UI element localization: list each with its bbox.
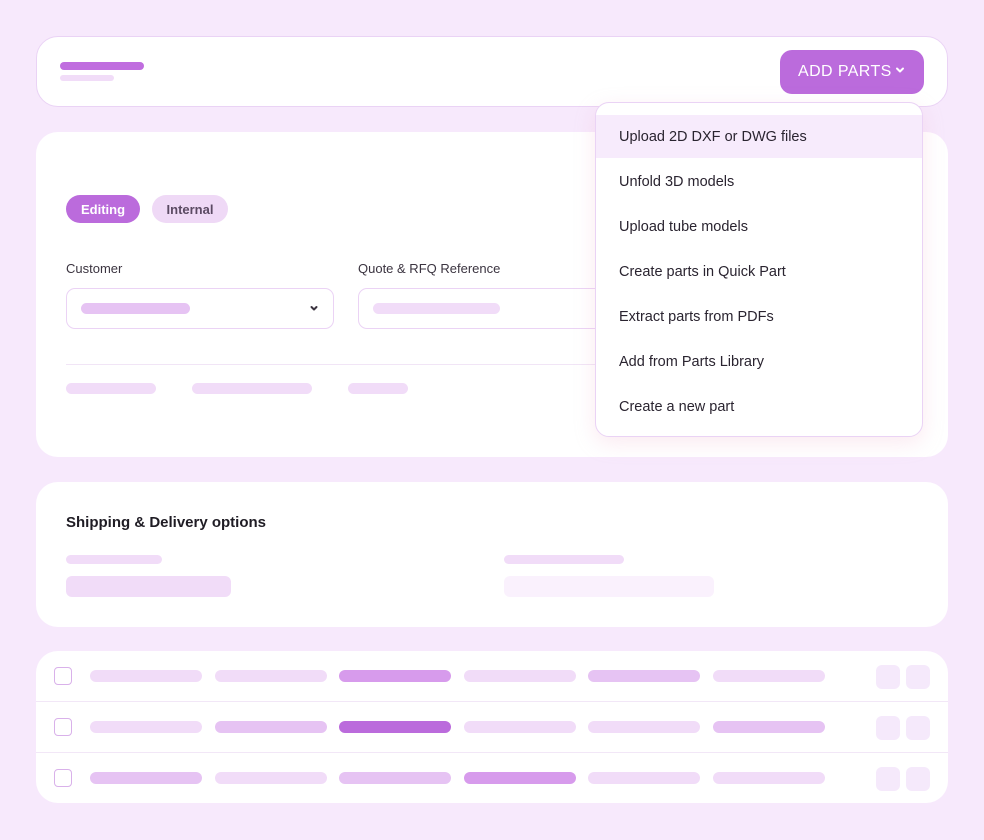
meta-placeholder bbox=[348, 383, 408, 394]
subtitle-placeholder bbox=[60, 75, 114, 81]
table-cell bbox=[339, 670, 451, 682]
table-cell bbox=[713, 670, 825, 682]
quote-reference-value-placeholder bbox=[373, 303, 500, 314]
add-parts-button[interactable]: ADD PARTS bbox=[780, 50, 924, 94]
menu-item-upload-2d[interactable]: Upload 2D DXF or DWG files bbox=[596, 115, 922, 158]
shipping-title: Shipping & Delivery options bbox=[66, 514, 267, 531]
table-cell bbox=[215, 721, 327, 733]
row-action-button[interactable] bbox=[906, 767, 930, 791]
table-cell bbox=[464, 772, 576, 784]
table-cell bbox=[464, 670, 576, 682]
add-parts-label: ADD PARTS bbox=[798, 63, 892, 80]
shipping-label-placeholder bbox=[66, 555, 162, 564]
table-cell bbox=[215, 670, 327, 682]
table-cell bbox=[90, 670, 202, 682]
table-cell bbox=[588, 772, 700, 784]
table-cell bbox=[215, 772, 327, 784]
quote-reference-input[interactable] bbox=[358, 288, 618, 329]
customer-value-placeholder bbox=[81, 303, 190, 314]
shipping-card bbox=[36, 482, 948, 627]
delivery-field-placeholder[interactable] bbox=[504, 576, 714, 597]
row-action-button[interactable] bbox=[906, 665, 930, 689]
chevron-down-icon bbox=[896, 67, 904, 73]
customer-select[interactable] bbox=[66, 288, 334, 329]
add-parts-menu: Upload 2D DXF or DWG files Unfold 3D mod… bbox=[595, 102, 923, 437]
menu-item-parts-library[interactable]: Add from Parts Library bbox=[596, 340, 922, 383]
table-cell bbox=[713, 721, 825, 733]
menu-item-new-part[interactable]: Create a new part bbox=[596, 385, 922, 428]
chevron-down-icon bbox=[310, 306, 318, 311]
meta-placeholder bbox=[192, 383, 312, 394]
row-action-button[interactable] bbox=[876, 716, 900, 740]
row-checkbox[interactable] bbox=[54, 667, 72, 685]
table-cell bbox=[588, 721, 700, 733]
row-divider bbox=[36, 701, 948, 702]
row-action-button[interactable] bbox=[876, 767, 900, 791]
table-cell bbox=[339, 772, 451, 784]
shipping-field-placeholder[interactable] bbox=[66, 576, 231, 597]
delivery-label-placeholder bbox=[504, 555, 624, 564]
status-badge-internal[interactable]: Internal bbox=[152, 195, 228, 223]
row-action-button[interactable] bbox=[876, 665, 900, 689]
title-placeholder bbox=[60, 62, 144, 70]
section-divider bbox=[66, 364, 596, 365]
menu-item-unfold-3d[interactable]: Unfold 3D models bbox=[596, 160, 922, 203]
table-cell bbox=[588, 670, 700, 682]
quote-reference-label: Quote & RFQ Reference bbox=[358, 261, 501, 276]
table-cell bbox=[464, 721, 576, 733]
menu-item-quick-part[interactable]: Create parts in Quick Part bbox=[596, 250, 922, 293]
table-cell bbox=[713, 772, 825, 784]
row-checkbox[interactable] bbox=[54, 718, 72, 736]
row-divider bbox=[36, 752, 948, 753]
table-cell bbox=[90, 721, 202, 733]
menu-item-upload-tube[interactable]: Upload tube models bbox=[596, 205, 922, 248]
meta-placeholder bbox=[66, 383, 156, 394]
menu-item-extract-pdf[interactable]: Extract parts from PDFs bbox=[596, 295, 922, 338]
row-checkbox[interactable] bbox=[54, 769, 72, 787]
status-badge-editing[interactable]: Editing bbox=[66, 195, 140, 223]
table-cell bbox=[90, 772, 202, 784]
customer-label: Customer bbox=[66, 261, 123, 276]
row-action-button[interactable] bbox=[906, 716, 930, 740]
table-cell bbox=[339, 721, 451, 733]
